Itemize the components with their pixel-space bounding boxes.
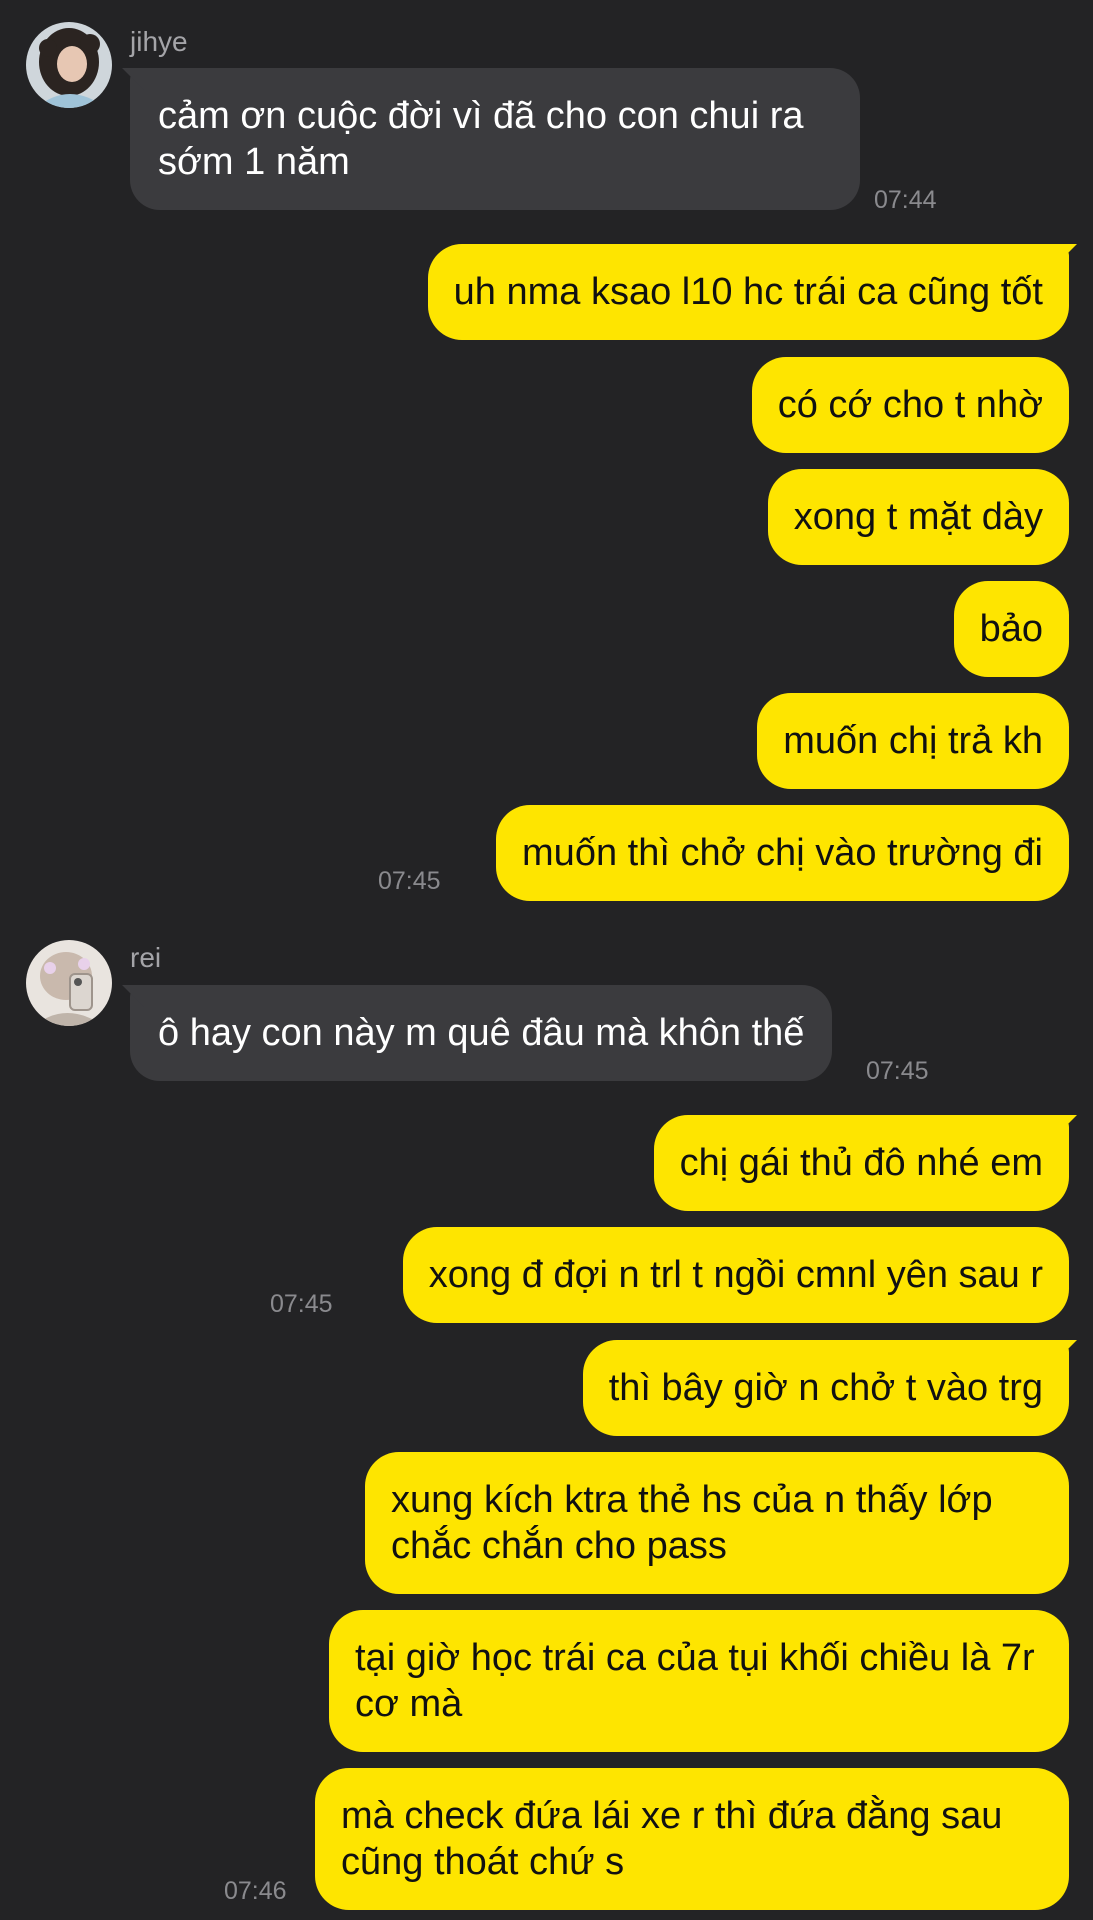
- message-timestamp: 07:44: [874, 186, 937, 214]
- message-text: chị gái thủ đô nhé em: [679, 1142, 1043, 1184]
- bubble-tail-icon: [1055, 1340, 1077, 1362]
- outgoing-message-bubble[interactable]: xung kích ktra thẻ hs của n thấy lớp chắ…: [365, 1452, 1069, 1594]
- bubble-tail-icon: [122, 985, 144, 1007]
- message-timestamp: 07:45: [270, 1290, 333, 1318]
- message-text: mà check đứa lái xe r thì đứa đằng sau c…: [341, 1795, 1003, 1883]
- outgoing-message-bubble[interactable]: xong t mặt dày: [767, 469, 1069, 565]
- message-text: bảo: [979, 608, 1043, 650]
- bubble-tail-icon: [1055, 244, 1077, 266]
- bubble-tail-icon: [122, 68, 144, 90]
- sender-name: rei: [130, 942, 162, 973]
- message-text: ô hay con này m quê đâu mà khôn thế: [158, 1012, 805, 1054]
- incoming-message-bubble[interactable]: cảm ơn cuộc đời vì đã cho con chui ra sớ…: [122, 68, 860, 210]
- message-timestamp: 07:46: [224, 1877, 287, 1905]
- outgoing-message-bubble[interactable]: xong đ đợi n trl t ngồi cmnl yên sau r: [402, 1227, 1069, 1323]
- outgoing-message-bubble[interactable]: muốn thì chở chị vào trường đi: [496, 805, 1069, 901]
- outgoing-message-bubble[interactable]: chị gái thủ đô nhé em: [653, 1115, 1077, 1211]
- message-text: muốn thì chở chị vào trường đi: [522, 832, 1043, 874]
- sender-name: jihye: [130, 26, 188, 57]
- outgoing-message-bubble[interactable]: muốn chị trả kh: [757, 693, 1069, 789]
- message-text: muốn chị trả kh: [783, 720, 1043, 762]
- outgoing-message-bubble[interactable]: tại giờ học trái ca của tụi khối chiều l…: [329, 1610, 1069, 1752]
- outgoing-message-bubble[interactable]: có cớ cho t nhờ: [751, 357, 1069, 453]
- message-text: xong đ đợi n trl t ngồi cmnl yên sau r: [428, 1254, 1043, 1296]
- jihye-avatar[interactable]: [26, 22, 112, 108]
- outgoing-message-bubble[interactable]: mà check đứa lái xe r thì đứa đằng sau c…: [315, 1768, 1069, 1910]
- message-text: có cớ cho t nhờ: [777, 384, 1043, 426]
- bubble-tail-icon: [1055, 1115, 1077, 1137]
- outgoing-message-bubble[interactable]: uh nma ksao l10 hc trái ca cũng tốt: [427, 244, 1077, 340]
- outgoing-message-bubble[interactable]: bảo: [953, 581, 1069, 677]
- message-text: uh nma ksao l10 hc trái ca cũng tốt: [453, 271, 1043, 313]
- message-timestamp: 07:45: [378, 867, 441, 895]
- outgoing-message-bubble[interactable]: thì bây giờ n chở t vào trg: [582, 1340, 1077, 1436]
- message-text: thì bây giờ n chở t vào trg: [608, 1367, 1043, 1409]
- message-text: xung kích ktra thẻ hs của n thấy lớp chắ…: [391, 1479, 993, 1567]
- message-text: xong t mặt dày: [793, 496, 1043, 538]
- rei-avatar[interactable]: [26, 940, 112, 1026]
- incoming-message-bubble[interactable]: ô hay con này m quê đâu mà khôn thế: [122, 985, 833, 1081]
- message-text: tại giờ học trái ca của tụi khối chiều l…: [355, 1637, 1035, 1725]
- message-timestamp: 07:45: [866, 1057, 929, 1085]
- message-text: cảm ơn cuộc đời vì đã cho con chui ra sớ…: [158, 95, 804, 183]
